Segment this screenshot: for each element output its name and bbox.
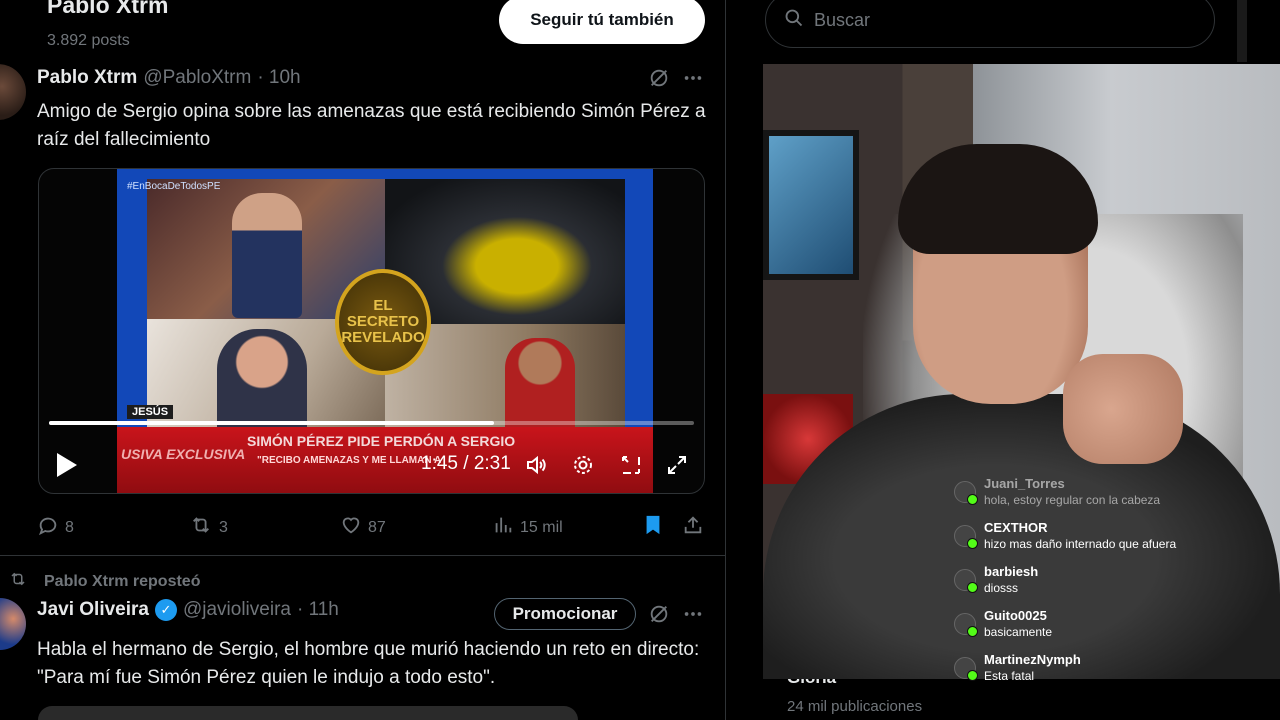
chat-username: CEXTHOR bbox=[984, 520, 1048, 535]
repost-count: 3 bbox=[219, 519, 228, 536]
profile-header: Pablo Xtrm 3.892 posts Seguir tú también bbox=[0, 0, 725, 58]
fullscreen-icon[interactable] bbox=[663, 451, 691, 479]
video-player[interactable]: #EnBocaDeTodosPE EL SECRETO REVELADO JES… bbox=[38, 168, 705, 494]
reply-button[interactable]: 8 bbox=[37, 514, 74, 542]
reply-count: 8 bbox=[65, 519, 74, 536]
tweet[interactable]: Javi Oliveira ✓ @javioliveira · 11h Prom… bbox=[0, 590, 725, 720]
chat-username: MartinezNymph bbox=[984, 652, 1081, 667]
exclusive-tag: USIVA EXCLUSIVA bbox=[121, 446, 246, 462]
heart-icon bbox=[340, 514, 362, 542]
name-tag: JESÚS bbox=[127, 405, 174, 419]
settings-gear-icon[interactable] bbox=[569, 451, 597, 479]
tweet-text: Amigo de Sergio opina sobre las amenazas… bbox=[37, 101, 706, 150]
share-button[interactable] bbox=[682, 514, 704, 542]
search-icon bbox=[784, 8, 804, 33]
tweet-text: Habla el hermano de Sergio, el hombre qu… bbox=[37, 639, 700, 688]
tweet-header: Javi Oliveira ✓ @javioliveira · 11h bbox=[37, 599, 339, 621]
repost-icon bbox=[189, 514, 213, 542]
chat-avatar bbox=[954, 657, 978, 681]
like-button[interactable]: 87 bbox=[340, 514, 386, 542]
volume-icon[interactable] bbox=[523, 451, 551, 479]
trend-count: 24 mil publicaciones bbox=[787, 698, 923, 715]
tweet-media-preview[interactable] bbox=[38, 706, 578, 720]
chat-text: hizo mas daño internado que afuera bbox=[984, 537, 1177, 551]
scrollbar[interactable] bbox=[1237, 0, 1247, 62]
bookmark-icon bbox=[643, 514, 663, 542]
seal-logo: EL SECRETO REVELADO bbox=[335, 269, 431, 375]
chat-message: Guito0025 basicamente bbox=[952, 608, 1242, 652]
video-frame: #EnBocaDeTodosPE EL SECRETO REVELADO JES… bbox=[117, 169, 653, 493]
stream-chat: Juani_Torres hola, estoy regular con la c… bbox=[952, 476, 1242, 696]
like-count: 87 bbox=[368, 519, 386, 536]
video-hashtag: #EnBocaDeTodosPE bbox=[127, 181, 221, 192]
grok-icon[interactable] bbox=[647, 66, 671, 90]
search-input[interactable] bbox=[814, 9, 1194, 31]
streamer-hair bbox=[898, 144, 1098, 254]
chat-message: barbiesh diosss bbox=[952, 564, 1242, 608]
follow-button[interactable]: Seguir tú también bbox=[499, 0, 705, 44]
video-subline: "RECIBO AMENAZAS Y ME LLAMAN A bbox=[257, 455, 442, 466]
streamer-hand bbox=[1063, 354, 1183, 464]
chat-text: basicamente bbox=[984, 625, 1053, 639]
chat-avatar bbox=[954, 613, 978, 637]
avatar[interactable] bbox=[0, 64, 26, 120]
chat-avatar bbox=[954, 525, 978, 549]
promote-button[interactable]: Promocionar bbox=[494, 598, 636, 630]
chat-text: hola, estoy regular con la cabeza bbox=[984, 493, 1161, 507]
chat-avatar bbox=[954, 481, 978, 505]
video-progress-bar[interactable] bbox=[49, 421, 694, 425]
pip-icon[interactable] bbox=[617, 451, 645, 479]
chat-text: diosss bbox=[984, 581, 1019, 595]
bookmark-button[interactable] bbox=[643, 514, 663, 542]
tweet-header: Pablo Xtrm @PabloXtrm · 10h bbox=[37, 67, 301, 89]
share-icon bbox=[682, 514, 704, 542]
chat-message: MartinezNymph Esta fatal bbox=[952, 652, 1242, 696]
video-time: 1:45 / 2:31 bbox=[421, 453, 511, 474]
tweet-handle[interactable]: @PabloXtrm bbox=[143, 67, 251, 89]
views-button[interactable]: 15 mil bbox=[492, 514, 563, 542]
timeline-feed: Pablo Xtrm 3.892 posts Seguir tú también… bbox=[0, 0, 726, 720]
play-icon[interactable] bbox=[55, 451, 79, 479]
verified-badge-icon: ✓ bbox=[154, 599, 177, 621]
tweet-author[interactable]: Javi Oliveira bbox=[37, 599, 149, 621]
tweet-handle[interactable]: @javioliveira bbox=[183, 599, 291, 621]
chat-text: Esta fatal bbox=[984, 669, 1035, 683]
grok-icon[interactable] bbox=[647, 602, 671, 626]
avatar[interactable] bbox=[0, 598, 26, 650]
chat-avatar bbox=[954, 569, 978, 593]
webcam-monitor bbox=[763, 130, 859, 280]
views-count: 15 mil bbox=[520, 519, 563, 536]
profile-name: Pablo Xtrm bbox=[47, 0, 169, 18]
tweet-actions: 8 3 87 15 mil bbox=[37, 514, 705, 538]
tweet-time[interactable]: · 11h bbox=[297, 599, 339, 621]
more-options-icon[interactable] bbox=[681, 602, 705, 626]
tweet[interactable]: Pablo Xtrm @PabloXtrm · 10h Amigo de Ser… bbox=[0, 58, 725, 556]
chat-message: Juani_Torres hola, estoy regular con la c… bbox=[952, 476, 1242, 520]
reply-icon bbox=[37, 514, 59, 542]
views-chart-icon bbox=[492, 514, 514, 542]
tweet-author[interactable]: Pablo Xtrm bbox=[37, 67, 137, 89]
chat-username: Juani_Torres bbox=[984, 476, 1065, 491]
more-options-icon[interactable] bbox=[681, 66, 705, 90]
tweet-time[interactable]: · 10h bbox=[257, 67, 300, 89]
chat-username: Guito0025 bbox=[984, 608, 1047, 623]
video-headline: SIMÓN PÉREZ PIDE PERDÓN A SERGIO bbox=[247, 433, 516, 449]
search-box[interactable] bbox=[765, 0, 1215, 48]
chat-message: CEXTHOR hizo mas daño internado que afuer… bbox=[952, 520, 1242, 564]
repost-by-label: Pablo Xtrm reposteó bbox=[44, 572, 201, 590]
video-progress-fill bbox=[49, 421, 495, 425]
chat-username: barbiesh bbox=[984, 564, 1039, 579]
repost-button[interactable]: 3 bbox=[189, 514, 228, 542]
profile-post-count: 3.892 posts bbox=[47, 32, 130, 49]
